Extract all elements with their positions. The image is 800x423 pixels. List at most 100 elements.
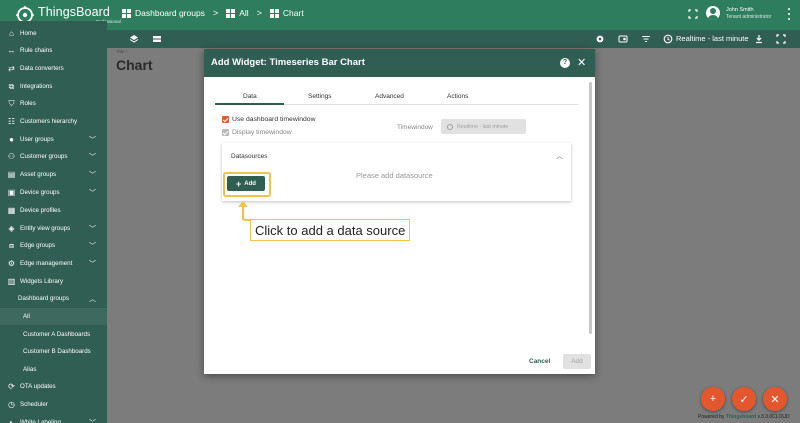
- sidebar-item-customers-hierarchy[interactable]: ☷ Customers hierarchy: [0, 113, 107, 130]
- user-name: John Smith: [726, 7, 754, 13]
- sidebar-item-scheduler[interactable]: ◷ Scheduler: [0, 396, 107, 413]
- chevron-down-icon[interactable]: ﹀: [89, 170, 96, 180]
- clock-icon: [447, 123, 453, 130]
- more-menu-icon[interactable]: [788, 8, 791, 20]
- sidebar-item-label: Device groups: [20, 189, 60, 196]
- chevron-down-icon[interactable]: ﹀: [89, 259, 96, 269]
- use-dashboard-timewindow-checkbox[interactable]: Use dashboard timewindow: [222, 116, 316, 123]
- chevron-down-icon[interactable]: ﹀: [89, 418, 96, 423]
- breadcrumb-all[interactable]: All: [226, 8, 249, 18]
- breadcrumb-label: Chart: [282, 8, 304, 18]
- dialog-header: Add Widget: Timeseries Bar Chart ? ✕: [204, 49, 595, 77]
- device-profile-icon: ▦: [7, 206, 16, 215]
- sidebar-item-label: Asset groups: [20, 171, 57, 178]
- sidebar-item-customer-b-dashboards[interactable]: Customer B Dashboards: [0, 343, 107, 360]
- chevron-down-icon[interactable]: ﹀: [89, 224, 96, 234]
- hierarchy-icon: ☷: [7, 117, 16, 126]
- image-icon[interactable]: [618, 34, 628, 44]
- fullscreen-icon[interactable]: [776, 34, 786, 44]
- sidebar-item-edge-groups[interactable]: ⧈ Edge groups ﹀: [0, 237, 107, 254]
- datasources-panel: Datasources ︿ Please add datasource: [222, 143, 571, 201]
- powered-version: v.3.3.0CLOUD: [757, 414, 790, 420]
- display-timewindow-checkbox[interactable]: Display timewindow: [222, 129, 292, 136]
- sidebar-item-white-labeling[interactable]: ◐ White Labeling ﹀: [0, 414, 107, 423]
- tab-settings[interactable]: Settings: [308, 93, 332, 100]
- breadcrumb-label: All: [239, 8, 249, 18]
- add-widget-fab[interactable]: +: [701, 387, 725, 411]
- avatar[interactable]: [706, 6, 720, 20]
- chevron-down-icon[interactable]: ﹀: [89, 135, 96, 145]
- tab-advanced[interactable]: Advanced: [375, 93, 404, 100]
- chevron-up-icon[interactable]: ︿: [556, 151, 563, 161]
- powered-brand-link[interactable]: Thingsboard: [726, 414, 756, 420]
- save-fab[interactable]: ✓: [732, 387, 756, 411]
- sidebar-item-ota-updates[interactable]: ⟳ OTA updates: [0, 378, 107, 395]
- dialog-scrollbar[interactable]: [589, 82, 592, 334]
- callout-hook: [242, 215, 250, 221]
- edge-icon: ⧈: [8, 241, 15, 250]
- sidebar-item-label: Edge management: [20, 260, 73, 267]
- dialog-body: Data Settings Advanced Actions Use dashb…: [204, 77, 595, 374]
- sidebar-item-customer-a-dashboards[interactable]: Customer A Dashboards: [0, 326, 107, 343]
- sidebar-item-all[interactable]: All: [0, 308, 107, 325]
- dashboard-icon: [12, 313, 19, 320]
- sidebar-item-device-groups[interactable]: ▣ Device groups ﹀: [0, 184, 107, 201]
- sidebar-item-customer-groups[interactable]: ⚇ Customer groups ﹀: [0, 148, 107, 165]
- widgets-icon: ▥: [7, 277, 16, 286]
- sidebar-item-label: Device profiles: [20, 207, 61, 214]
- layers-icon[interactable]: [129, 34, 139, 44]
- tab-actions[interactable]: Actions: [447, 93, 468, 100]
- sidebar-item-integrations[interactable]: ⧉ Integrations: [0, 78, 107, 95]
- chevron-down-icon[interactable]: ﹀: [89, 188, 96, 198]
- datasources-title: Datasources: [231, 153, 268, 160]
- sidebar-item-entity-view-groups[interactable]: ◈ Entity view groups ﹀: [0, 220, 107, 237]
- sidebar-item-label: Customer B Dashboards: [23, 348, 91, 355]
- chevron-up-icon[interactable]: ︿: [89, 294, 96, 304]
- home-icon: ⌂: [9, 29, 14, 38]
- sidebar-item-device-profiles[interactable]: ▦ Device profiles: [0, 202, 107, 219]
- sidebar-item-label: Home: [20, 30, 37, 37]
- sidebar-item-label: Alias: [23, 366, 37, 373]
- timewindow-value: Realtime - last minute: [457, 123, 509, 130]
- cancel-fab[interactable]: ✕: [763, 387, 787, 411]
- integration-icon: ⧉: [8, 82, 15, 91]
- sidebar-item-widgets-library[interactable]: ▥ Widgets Library: [0, 273, 107, 290]
- sidebar-item-dashboard-groups[interactable]: Dashboard groups ︿: [0, 290, 107, 307]
- tab-data[interactable]: Data: [243, 93, 257, 100]
- gear-icon[interactable]: [595, 34, 605, 44]
- sidebar-item-roles[interactable]: ⛉ Roles: [0, 95, 107, 112]
- help-icon[interactable]: ?: [560, 58, 570, 68]
- sidebar-item-label: Dashboard groups: [18, 295, 69, 302]
- timewindow-button[interactable]: Realtime - last minute: [441, 119, 526, 134]
- chevron-down-icon[interactable]: ﹀: [89, 152, 96, 162]
- fullscreen-icon[interactable]: [688, 9, 698, 19]
- clock-icon[interactable]: [663, 34, 673, 44]
- sidebar-item-asset-groups[interactable]: ▤ Asset groups ﹀: [0, 166, 107, 183]
- download-icon[interactable]: [754, 34, 764, 44]
- breadcrumb-dashboard-groups[interactable]: Dashboard groups: [122, 8, 205, 18]
- filter-icon[interactable]: [641, 34, 651, 44]
- add-datasource-button[interactable]: + Add: [227, 176, 265, 191]
- sidebar-item-label: Data converters: [20, 65, 64, 72]
- edge-management-icon: ⚙: [7, 259, 16, 268]
- sidebar-item-label: OTA updates: [20, 383, 56, 390]
- cancel-button[interactable]: Cancel: [529, 358, 550, 365]
- close-icon[interactable]: ✕: [577, 56, 586, 69]
- sidebar-item-alias[interactable]: Alias: [0, 361, 107, 378]
- dashboard-icon: [12, 366, 19, 373]
- datasources-empty-message: Please add datasource: [356, 171, 433, 180]
- realtime-timewindow[interactable]: Realtime - last minute: [676, 34, 749, 43]
- sidebar-item-home[interactable]: ⌂ Home: [0, 25, 107, 42]
- sidebar-item-data-converters[interactable]: ⇄ Data converters: [0, 60, 107, 77]
- sidebar-item-label: Integrations: [20, 83, 53, 90]
- breadcrumb: Dashboard groups > All > Chart: [122, 8, 304, 18]
- dashboard-title[interactable]: Chart: [116, 57, 153, 73]
- sidebar-item-edge-management[interactable]: ⚙ Edge management ﹀: [0, 255, 107, 272]
- sidebar-item-label: Widgets Library: [20, 278, 63, 285]
- chevron-down-icon[interactable]: ﹀: [89, 241, 96, 251]
- sidebar-item-rule-chains[interactable]: ↔ Rule chains: [0, 42, 107, 59]
- sidebar-item-label: All: [23, 313, 30, 320]
- entity-aliases-icon[interactable]: [152, 34, 162, 44]
- add-widget-button[interactable]: Add: [563, 354, 591, 369]
- sidebar-item-user-groups[interactable]: ● User groups ﹀: [0, 131, 107, 148]
